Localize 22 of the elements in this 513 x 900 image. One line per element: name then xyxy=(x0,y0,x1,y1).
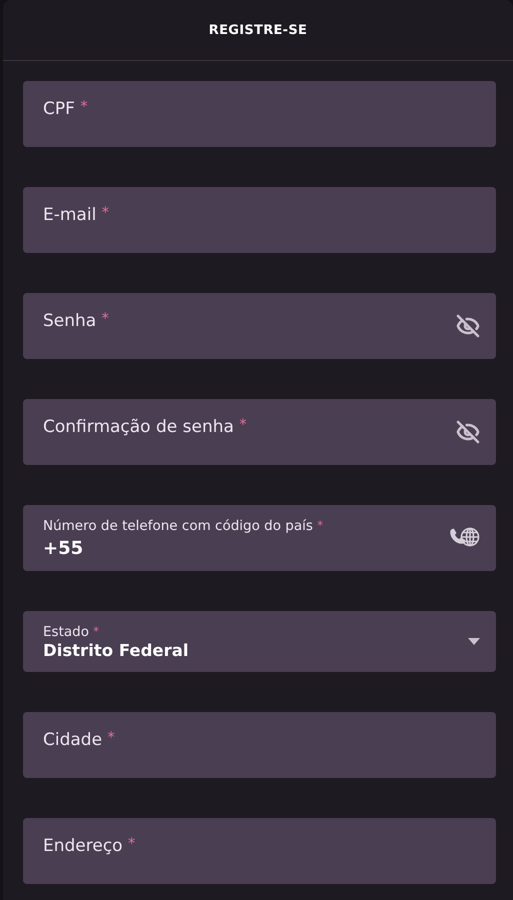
field-label: E-mail * xyxy=(43,205,110,225)
field-label: Estado * xyxy=(43,624,100,640)
field-label: Endereço * xyxy=(43,836,136,856)
dropdown-caret-icon[interactable] xyxy=(468,638,480,645)
input-field[interactable]: CPF * xyxy=(23,81,496,147)
field-label: Confirmação de senha * xyxy=(43,417,248,437)
input-field[interactable]: Cidade * xyxy=(23,712,496,778)
select-field[interactable]: Estado * Distrito Federal xyxy=(23,611,496,672)
field-label: CPF * xyxy=(43,99,89,119)
password-field[interactable]: Confirmação de senha * xyxy=(23,399,496,465)
eye-off-icon[interactable] xyxy=(456,420,480,444)
field-label: Senha * xyxy=(43,311,110,331)
field-value: +55 xyxy=(43,538,84,558)
input-field[interactable]: E-mail * xyxy=(23,187,496,253)
field-label: Cidade * xyxy=(43,730,116,750)
phone-field[interactable]: Número de telefone com código do país * +55 xyxy=(23,505,496,571)
field-label: Número de telefone com código do país * xyxy=(43,518,324,534)
eye-off-icon[interactable] xyxy=(456,314,480,338)
input-field[interactable]: Endereço * xyxy=(23,818,496,884)
field-value: Distrito Federal xyxy=(43,640,190,660)
page-title: REGISTRE-SE xyxy=(208,22,308,38)
password-field[interactable]: Senha * xyxy=(23,293,496,359)
